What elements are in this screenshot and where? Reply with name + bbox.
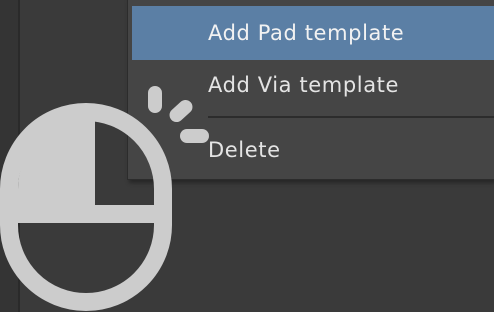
menu-item-delete[interactable]: Delete bbox=[132, 123, 494, 177]
screen: Add Pad template Add Via template Delete bbox=[0, 0, 494, 312]
menu-item-label: Add Via template bbox=[208, 73, 400, 97]
menu-item-add-via-template[interactable]: Add Via template bbox=[132, 58, 494, 112]
menu-item-label: Delete bbox=[208, 138, 281, 162]
menu-item-label: Add Pad template bbox=[208, 21, 405, 45]
context-menu: Add Pad template Add Via template Delete bbox=[127, 0, 494, 180]
menu-separator bbox=[208, 116, 494, 118]
left-button-highlight-icon bbox=[18, 121, 77, 205]
panel-divider bbox=[18, 0, 20, 312]
menu-item-add-pad-template[interactable]: Add Pad template bbox=[132, 6, 494, 60]
left-panel bbox=[0, 0, 18, 312]
